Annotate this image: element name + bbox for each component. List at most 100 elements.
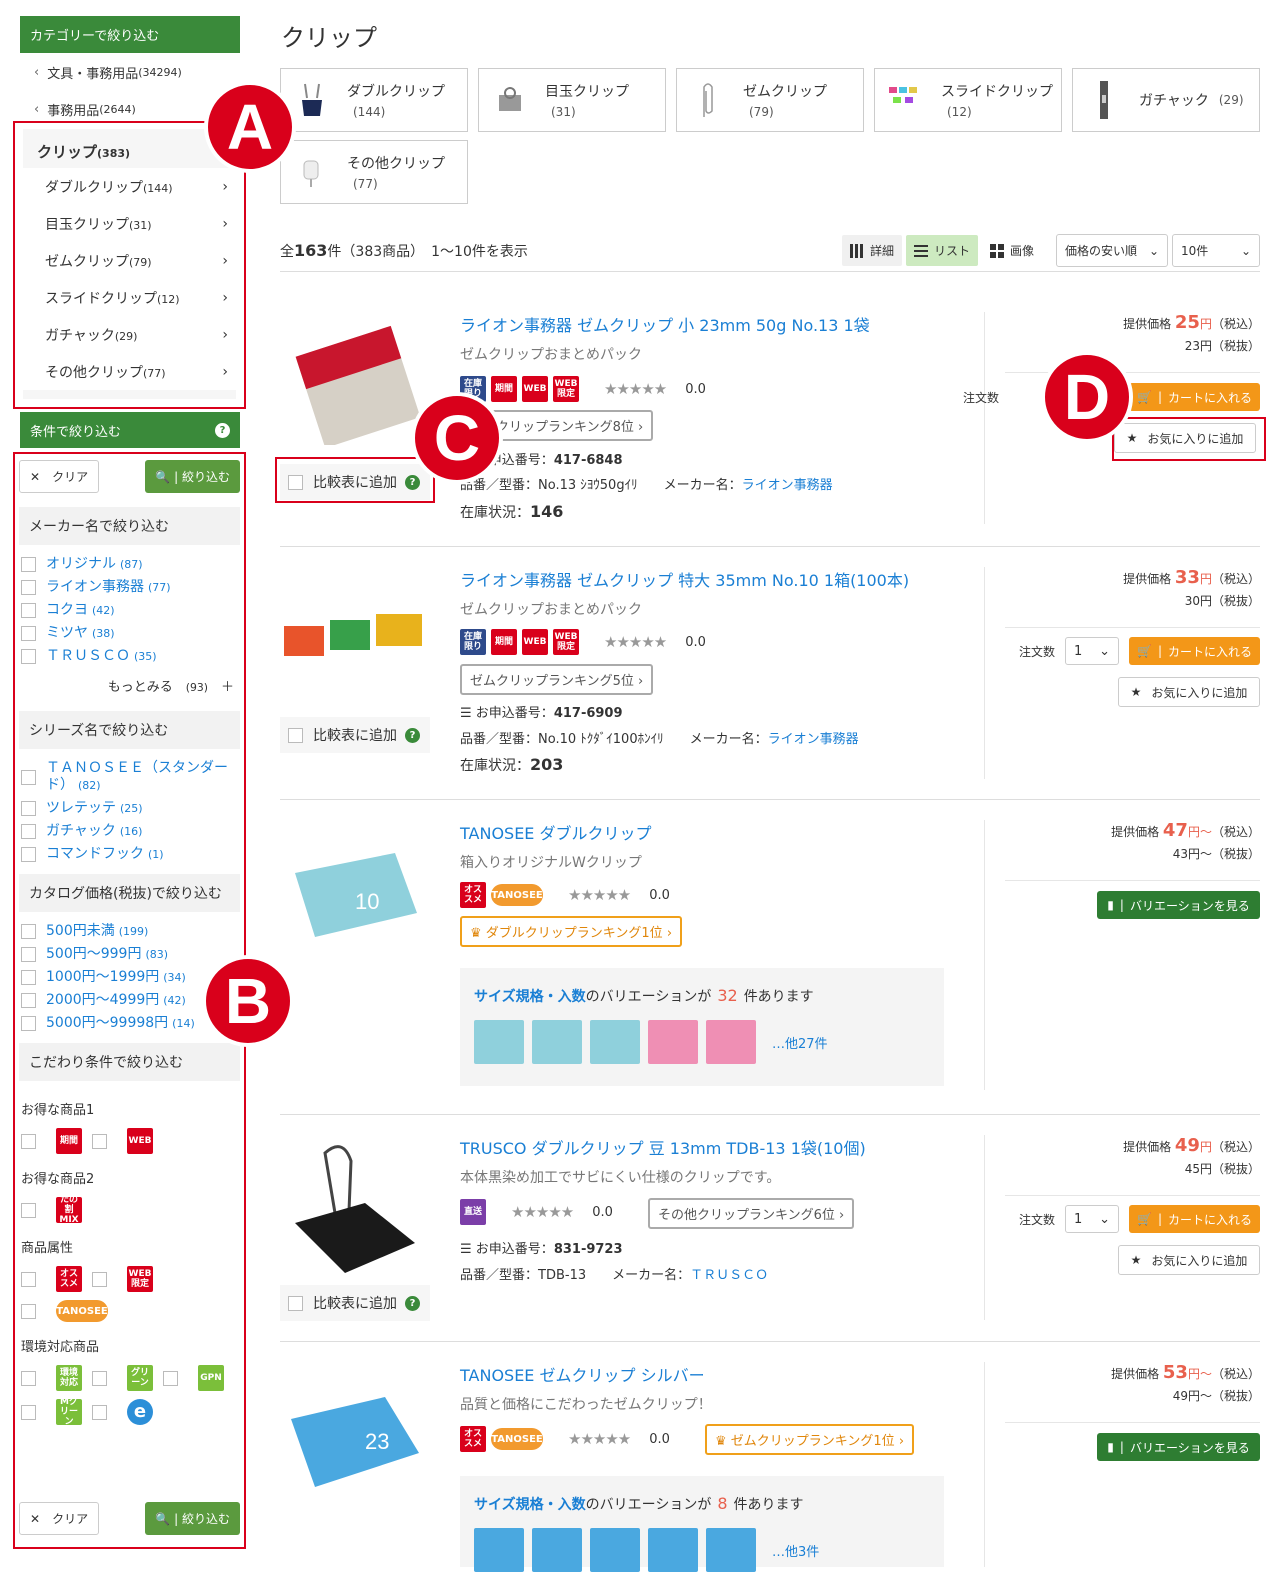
product-image[interactable] — [280, 310, 430, 460]
view-variations-button[interactable]: ▮ | バリエーションを見る — [1097, 891, 1260, 919]
checkbox[interactable] — [21, 1404, 36, 1420]
view-image-button[interactable]: 画像 — [981, 235, 1042, 266]
breadcrumb-stationery[interactable]: ‹ 文具・事務用品 (34294) — [20, 54, 240, 91]
maker-option[interactable]: ライオン事務器 (77) — [15, 576, 244, 599]
price-option[interactable]: 500円未満 (199) — [15, 920, 244, 943]
view-variations-button[interactable]: ▮ | バリエーションを見る — [1097, 1433, 1260, 1461]
checkbox[interactable] — [21, 801, 36, 816]
checkbox[interactable] — [21, 1202, 36, 1218]
maker-link[interactable]: ライオン事務器 — [742, 478, 833, 493]
sidebar-item-other-clip[interactable]: その他クリップ(77) › — [23, 353, 236, 390]
product-name-link[interactable]: TANOSEE ゼムクリップ シルバー — [460, 1362, 705, 1386]
checkbox[interactable] — [288, 727, 303, 743]
sidebar-item-gachakku[interactable]: ガチャック(29) › — [23, 316, 236, 353]
variation-thumb[interactable] — [590, 1528, 640, 1572]
checkbox[interactable] — [21, 1133, 36, 1149]
sort-select[interactable]: 価格の安い順 ⌄ — [1056, 234, 1168, 267]
ranking-link[interactable]: ♛ ダブルクリップランキング1位 › — [460, 916, 683, 947]
product-image[interactable] — [280, 1133, 430, 1283]
view-list-button[interactable]: リスト — [905, 235, 978, 266]
series-option[interactable]: ＴＡＮＯＳＥＥ（スタンダード） (82) — [15, 757, 244, 797]
narrow-button[interactable]: 🔍 | 絞り込む — [145, 460, 240, 493]
maker-link[interactable]: ライオン事務器 — [768, 732, 859, 747]
checkbox[interactable] — [21, 1271, 36, 1287]
add-favorite-button[interactable]: ★ お気に入りに追加 — [1118, 677, 1260, 707]
checkbox[interactable] — [163, 1370, 178, 1386]
view-detail-button[interactable]: 詳細 — [841, 235, 902, 266]
variation-thumb[interactable] — [648, 1020, 698, 1064]
variation-thumb[interactable] — [648, 1528, 698, 1572]
quantity-select[interactable]: 1 ⌄ — [1065, 1205, 1119, 1233]
checkbox[interactable] — [21, 993, 36, 1008]
compare-checkbox-row[interactable]: 比較表に追加? — [280, 717, 430, 753]
maker-option[interactable]: ミツヤ (38) — [15, 622, 244, 645]
checkbox[interactable] — [21, 847, 36, 862]
variation-thumb[interactable] — [706, 1528, 756, 1572]
price-option[interactable]: 500円～999円 (83) — [15, 943, 244, 966]
ranking-link[interactable]: ゼムクリップランキング5位 › — [460, 664, 654, 695]
more-variations-link[interactable]: …他3件 — [772, 1541, 819, 1560]
per-page-select[interactable]: 10件 ⌄ — [1172, 234, 1260, 267]
checkbox[interactable] — [21, 603, 36, 618]
checkbox[interactable] — [21, 924, 36, 939]
checkbox[interactable] — [21, 824, 36, 839]
clear-button[interactable]: ✕ クリア — [19, 460, 100, 493]
checkbox[interactable] — [92, 1370, 107, 1386]
checkbox[interactable] — [21, 649, 36, 664]
help-icon[interactable]: ? — [405, 1295, 420, 1311]
product-name-link[interactable]: ライオン事務器 ゼムクリップ 小 23mm 50g No.13 1袋 — [460, 312, 870, 336]
add-to-cart-button[interactable]: 🛒 | カートに入れる — [1129, 383, 1260, 411]
sidebar-item-slide-clip[interactable]: スライドクリップ(12) › — [23, 279, 236, 316]
product-image[interactable]: 10 — [280, 818, 430, 968]
help-icon[interactable]: ? — [405, 727, 420, 743]
variation-thumb[interactable] — [474, 1528, 524, 1572]
series-option[interactable]: ガチャック (16) — [15, 820, 244, 843]
sidebar-item-gem-clip[interactable]: ゼムクリップ(79) › — [23, 242, 236, 279]
product-image[interactable] — [280, 567, 430, 717]
checkbox[interactable] — [288, 1295, 303, 1311]
series-option[interactable]: コマンドフック (1) — [15, 843, 244, 866]
variation-thumb[interactable] — [474, 1020, 524, 1064]
add-to-cart-button[interactable]: 🛒 | カートに入れる — [1129, 1205, 1260, 1233]
checkbox[interactable] — [21, 580, 36, 595]
variation-thumb[interactable] — [532, 1528, 582, 1572]
checkbox[interactable] — [21, 1303, 36, 1319]
ranking-link[interactable]: ♛ ゼムクリップランキング1位 › — [705, 1424, 915, 1455]
checkbox[interactable] — [21, 1370, 36, 1386]
checkbox[interactable] — [21, 557, 36, 572]
maker-link[interactable]: ＴＲＵＳＣＯ — [690, 1268, 768, 1283]
checkbox[interactable] — [21, 769, 36, 785]
maker-option[interactable]: ＴＲＵＳＣＯ (35) — [15, 645, 244, 668]
clear-button[interactable]: ✕ クリア — [19, 1502, 100, 1535]
series-option[interactable]: ツレテッテ (25) — [15, 797, 244, 820]
subcat-double-clip[interactable]: ダブルクリップ (144) — [280, 68, 468, 132]
maker-option[interactable]: コクヨ (42) — [15, 599, 244, 622]
checkbox[interactable] — [21, 970, 36, 985]
ranking-link[interactable]: その他クリップランキング6位 › — [648, 1198, 855, 1229]
variation-thumb[interactable] — [706, 1020, 756, 1064]
checkbox[interactable] — [21, 947, 36, 962]
add-favorite-button[interactable]: ★ お気に入りに追加 — [1118, 1245, 1260, 1275]
product-name-link[interactable]: TRUSCO ダブルクリップ 豆 13mm TDB-13 1袋(10個) — [460, 1135, 866, 1159]
checkbox[interactable] — [92, 1271, 107, 1287]
sidebar-item-double-clip[interactable]: ダブルクリップ(144) › — [23, 168, 236, 205]
subcat-slide-clip[interactable]: スライドクリップ (12) — [874, 68, 1062, 132]
maker-option[interactable]: オリジナル (87) — [15, 553, 244, 576]
narrow-button[interactable]: 🔍 | 絞り込む — [145, 1502, 240, 1535]
subcat-gachakku[interactable]: ガチャック (29) — [1072, 68, 1260, 132]
sidebar-item-medama-clip[interactable]: 目玉クリップ(31) › — [23, 205, 236, 242]
checkbox[interactable] — [21, 1016, 36, 1031]
more-variations-link[interactable]: …他27件 — [772, 1033, 828, 1052]
product-name-link[interactable]: ライオン事務器 ゼムクリップ 特大 35mm No.10 1箱(100本) — [460, 567, 909, 591]
checkbox[interactable] — [92, 1404, 107, 1420]
quantity-select[interactable]: 1 ⌄ — [1065, 637, 1119, 665]
compare-checkbox-row[interactable]: 比較表に追加? — [280, 1285, 430, 1321]
add-to-cart-button[interactable]: 🛒 | カートに入れる — [1129, 637, 1260, 665]
variation-thumb[interactable] — [532, 1020, 582, 1064]
help-icon[interactable]: ? — [215, 422, 230, 438]
product-name-link[interactable]: TANOSEE ダブルクリップ — [460, 820, 652, 844]
variation-thumb[interactable] — [590, 1020, 640, 1064]
checkbox[interactable] — [92, 1133, 107, 1149]
subcat-gem-clip[interactable]: ゼムクリップ (79) — [676, 68, 864, 132]
subcat-other-clip[interactable]: その他クリップ (77) — [280, 140, 468, 204]
